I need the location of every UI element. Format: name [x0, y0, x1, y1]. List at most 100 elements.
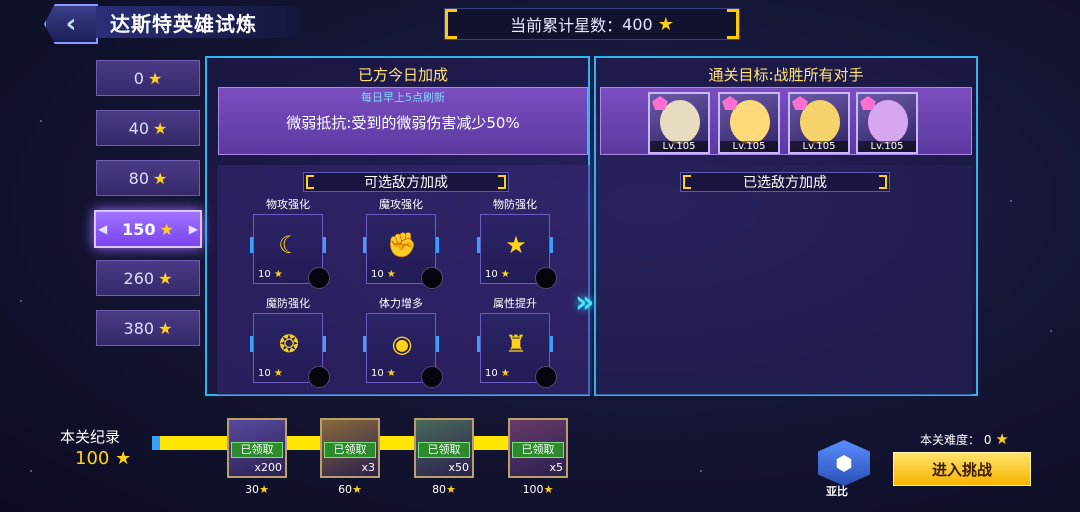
tier-button[interactable]: 260 ★: [96, 260, 200, 296]
element-badge-icon: [652, 96, 668, 110]
yabi-label: 亚比: [826, 485, 848, 498]
yabi-button[interactable]: ⬢: [818, 440, 870, 486]
reward-star-threshold: 30★: [227, 483, 287, 496]
refresh-note: 每日早上5点刷新: [361, 91, 445, 104]
buff-cost: 10 ★: [485, 269, 510, 280]
buff-cost-value: 10: [485, 368, 498, 379]
select-toggle[interactable]: [535, 366, 557, 388]
buff-item-card[interactable]: ☾ 10 ★: [250, 214, 330, 289]
chevron-left-icon: ‹: [65, 9, 77, 39]
element-badge-icon: [722, 96, 738, 110]
enemy-level: Lv.105: [858, 141, 916, 152]
star-icon: ★: [352, 483, 362, 496]
enemy-portrait[interactable]: Lv.105: [856, 92, 918, 154]
tier-value: 0: [133, 68, 144, 88]
buff-item-card[interactable]: ✊ 10 ★: [363, 214, 443, 289]
reward-chest[interactable]: 已领取 x200: [227, 418, 287, 478]
star-icon: ★: [115, 448, 132, 469]
star-total-panel: 当前累计星数： 400 ★: [444, 8, 740, 40]
card-edge-left: [363, 336, 366, 352]
reward-star-threshold: 100★: [508, 483, 568, 496]
enter-challenge-button[interactable]: 进入挑战: [893, 452, 1031, 486]
reward-star-threshold: 60★: [320, 483, 380, 496]
element-badge-icon: [860, 96, 876, 110]
enemy-level: Lv.105: [650, 141, 708, 152]
page-title: 达斯特英雄试炼: [110, 12, 257, 36]
flexed-arm-icon: ✊: [387, 231, 417, 259]
tier-value: 40: [128, 118, 149, 138]
star-icon: ★: [383, 368, 396, 379]
star-total-label: 当前累计星数：: [510, 16, 623, 35]
reward-quantity: x50: [448, 461, 469, 474]
card-edge-right: [323, 336, 326, 352]
threshold-value: 30: [245, 483, 260, 496]
tier-button[interactable]: 380 ★: [96, 310, 200, 346]
own-buff-heading: 已方今日加成: [357, 66, 448, 84]
card-edge-left: [477, 336, 480, 352]
cap-left: [683, 175, 691, 189]
goal-heading: 通关目标:战胜所有对手: [708, 66, 864, 84]
buff-item-card[interactable]: ♜ 10 ★: [477, 313, 557, 388]
buff-item-label: 魔防强化: [266, 297, 310, 310]
buff-cost-value: 10: [371, 269, 384, 280]
buff-cost: 10 ★: [371, 269, 396, 280]
enemy-portrait[interactable]: Lv.105: [648, 92, 710, 154]
reward-chest[interactable]: 已领取 x3: [320, 418, 380, 478]
star-icon: ★: [543, 483, 554, 496]
buff-cost-value: 10: [258, 368, 271, 379]
enemy-level: Lv.105: [790, 141, 848, 152]
record-value: 100 ★: [75, 448, 131, 469]
reward-star-threshold: 80★: [414, 483, 474, 496]
buff-cost-value: 10: [258, 269, 271, 280]
buff-item-label: 属性提升: [493, 297, 537, 310]
select-toggle[interactable]: [308, 267, 330, 289]
select-toggle[interactable]: [421, 366, 443, 388]
select-toggle[interactable]: [308, 366, 330, 388]
armor-icon: ♜: [505, 330, 527, 358]
card-edge-left: [250, 237, 253, 253]
star-icon: ★: [159, 219, 174, 239]
tier-value: 380: [123, 318, 155, 338]
back-button[interactable]: ‹: [44, 4, 98, 44]
buff-item-label: 魔攻强化: [379, 198, 423, 211]
reward-chest[interactable]: 已领取 x5: [508, 418, 568, 478]
tier-value: 260: [123, 268, 155, 288]
star-icon: ★: [657, 13, 674, 35]
tier-button[interactable]: 0 ★: [96, 60, 200, 96]
claimed-badge: 已领取: [324, 442, 376, 458]
claimed-badge: 已领取: [231, 442, 283, 458]
arrow-left-icon: ◀: [98, 222, 108, 236]
difficulty-label: 本关难度：: [920, 433, 981, 447]
reward-chest[interactable]: 已领取 x50: [414, 418, 474, 478]
star-icon: ★: [383, 269, 396, 280]
buff-item-label: 物防强化: [493, 198, 537, 211]
buff-cost: 10 ★: [258, 269, 283, 280]
enemy-portrait[interactable]: Lv.105: [788, 92, 850, 154]
select-toggle[interactable]: [535, 267, 557, 289]
cap-right: [498, 175, 506, 189]
buff-item-label: 体力增多: [379, 297, 423, 310]
star-icon: ★: [270, 269, 283, 280]
double-chevron-right-icon[interactable]: »: [575, 285, 594, 320]
tier-button[interactable]: ◀ 150 ★ ▶: [94, 210, 202, 248]
selected-buffs-label: 已选敌方加成: [743, 175, 827, 191]
cap-left: [306, 175, 314, 189]
star-shield-icon: ★: [505, 231, 527, 259]
card-edge-left: [363, 237, 366, 253]
buff-item-card[interactable]: ❂ 10 ★: [250, 313, 330, 388]
reward-quantity: x3: [361, 461, 375, 474]
buff-item-card[interactable]: ◉ 10 ★: [363, 313, 443, 388]
buff-item-card[interactable]: ★ 10 ★: [477, 214, 557, 289]
card-edge-right: [550, 336, 553, 352]
enemy-level: Lv.105: [720, 141, 778, 152]
buff-item-label: 物攻强化: [266, 198, 310, 211]
star-icon: ★: [158, 318, 173, 338]
enemy-portrait[interactable]: Lv.105: [718, 92, 780, 154]
tier-button[interactable]: 40 ★: [96, 110, 200, 146]
claimed-badge: 已领取: [418, 442, 470, 458]
own-buff-text: 微弱抵抗:受到的微弱伤害减少50%: [286, 114, 520, 132]
tier-button[interactable]: 80 ★: [96, 160, 200, 196]
select-toggle[interactable]: [421, 267, 443, 289]
difficulty-value: 0: [983, 433, 992, 447]
reward-quantity: x200: [254, 461, 282, 474]
